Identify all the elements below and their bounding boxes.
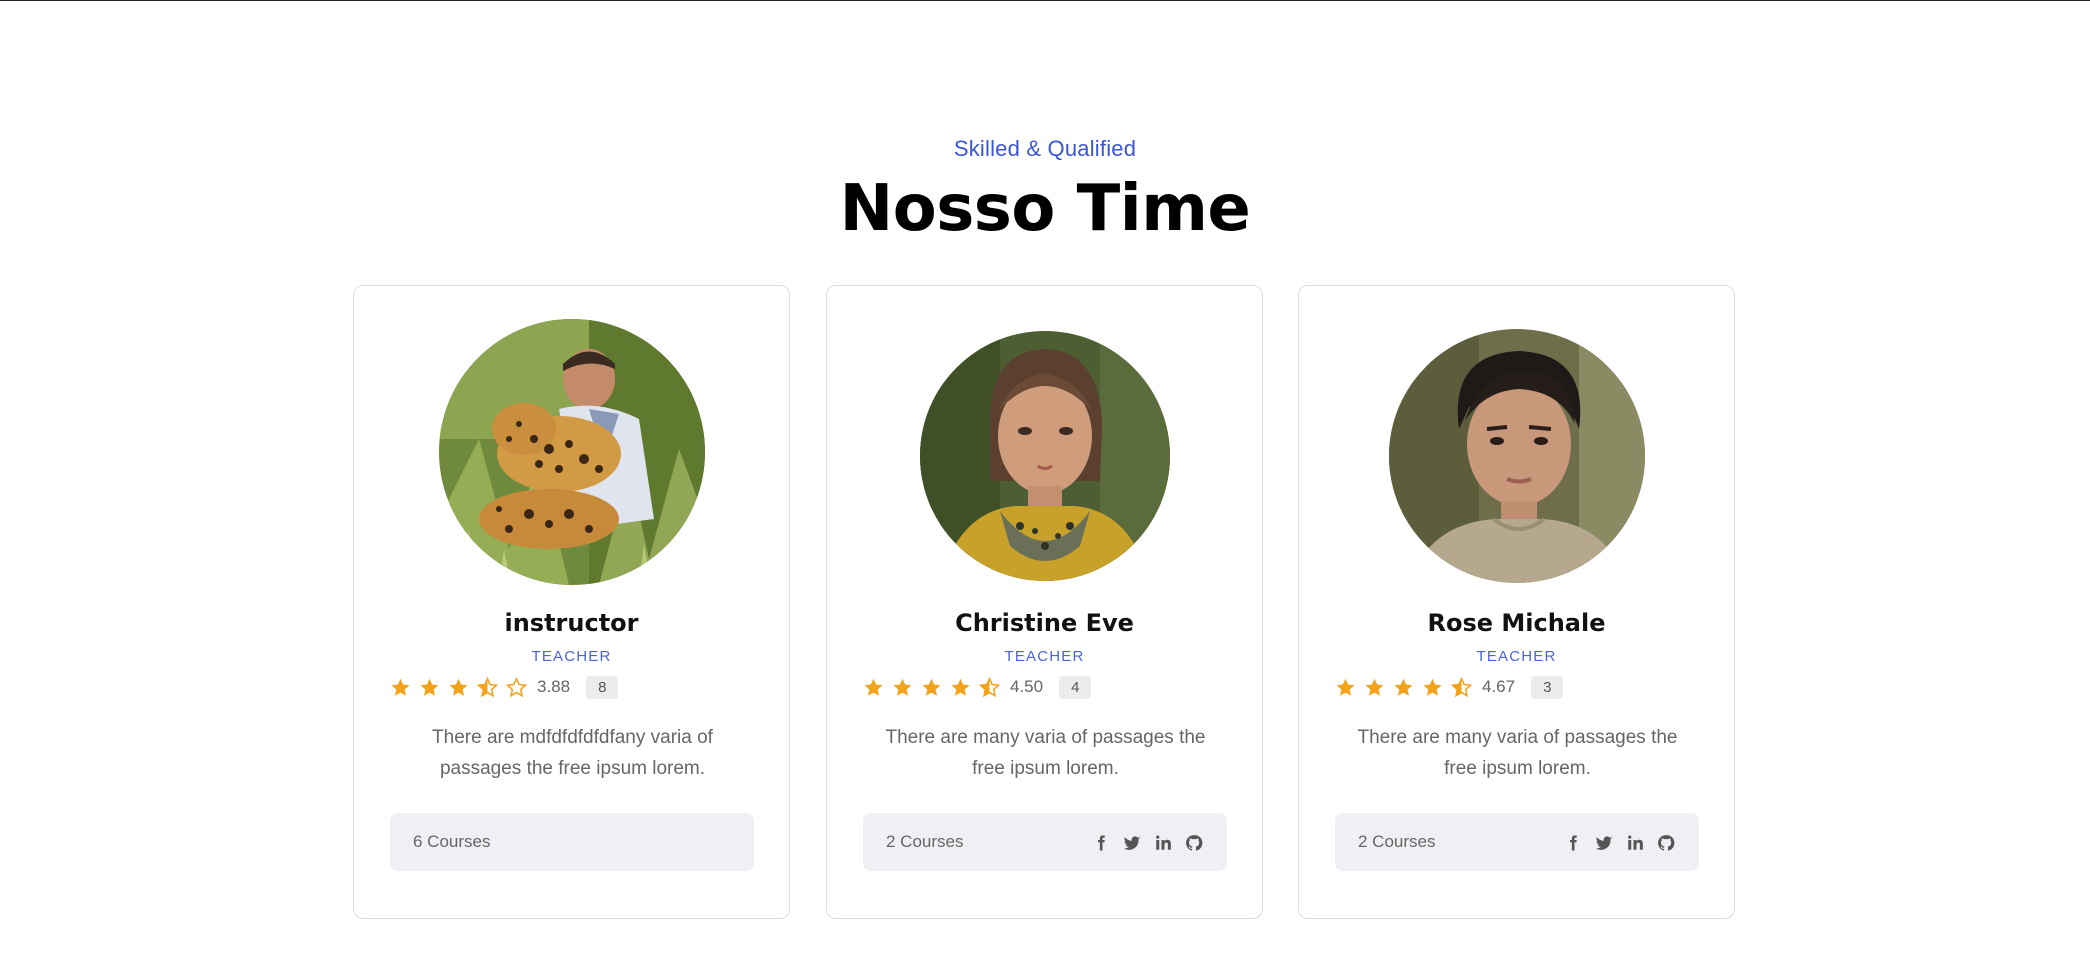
instructor-name[interactable]: Rose Michale: [1299, 609, 1734, 637]
instructor-description: There are mdfdfdfdfdfany varia of passag…: [432, 727, 713, 779]
review-count-badge: 8: [586, 675, 619, 699]
avatar-photo-young-man: [1388, 329, 1645, 583]
twitter-icon[interactable]: [1593, 832, 1615, 854]
instructor-role: TEACHER: [1004, 648, 1085, 665]
star-full-icon: [1422, 677, 1443, 698]
avatar[interactable]: [919, 331, 1170, 581]
facebook-icon[interactable]: [1090, 832, 1112, 854]
instructor-card[interactable]: Christine Eve TEACHER 4.50 4 There are m…: [826, 285, 1263, 919]
avatar-photo-woman: [919, 331, 1170, 581]
section-header: Skilled & Qualified Nosso Time: [0, 136, 2090, 246]
rating-value: 4.50: [1010, 677, 1044, 696]
course-count[interactable]: 2 Courses: [1358, 832, 1435, 852]
rating: 3.88 8: [390, 674, 619, 700]
review-count-badge: 3: [1531, 675, 1564, 699]
star-half-icon: [477, 676, 498, 698]
instructor-role: TEACHER: [531, 648, 612, 665]
social-links: [1553, 832, 1677, 854]
twitter-icon[interactable]: [1121, 832, 1143, 854]
star-full-icon: [390, 677, 411, 698]
github-icon[interactable]: [1183, 832, 1205, 854]
card-footer: 2 Courses: [863, 813, 1227, 871]
avatar[interactable]: [1388, 329, 1645, 583]
top-divider: [0, 0, 2090, 1]
star-full-icon: [1393, 677, 1414, 698]
section-eyebrow: Skilled & Qualified: [953, 136, 1137, 161]
avatar-photo-man-with-jaguar: [438, 319, 705, 585]
section-title: Nosso Time: [839, 172, 1251, 246]
linkedin-icon[interactable]: [1152, 832, 1174, 854]
facebook-icon[interactable]: [1562, 832, 1584, 854]
star-full-icon: [1335, 677, 1356, 698]
rating: 4.67 3: [1335, 674, 1564, 700]
instructor-card[interactable]: instructor TEACHER 3.88 8 There are mdfd…: [353, 285, 790, 919]
course-count[interactable]: 6 Courses: [413, 832, 490, 852]
star-full-icon: [921, 677, 942, 698]
star-full-icon: [950, 677, 971, 698]
instructor-name[interactable]: Christine Eve: [827, 609, 1262, 637]
instructor-name[interactable]: instructor: [354, 609, 789, 637]
github-icon[interactable]: [1655, 832, 1677, 854]
instructor-cards: instructor TEACHER 3.88 8 There are mdfd…: [353, 285, 1736, 919]
card-footer: 2 Courses: [1335, 813, 1699, 871]
star-full-icon: [419, 677, 440, 698]
social-links: [1081, 832, 1205, 854]
star-full-icon: [1364, 677, 1385, 698]
star-full-icon: [448, 677, 469, 698]
star-half-icon: [1451, 676, 1472, 698]
rating-value: 4.67: [1482, 677, 1516, 696]
star-half-icon: [979, 676, 1000, 698]
star-full-icon: [863, 677, 884, 698]
rating: 4.50 4: [863, 674, 1092, 700]
instructor-role: TEACHER: [1476, 648, 1557, 665]
star-full-icon: [892, 677, 913, 698]
instructor-description: There are many varia of passages the fre…: [885, 727, 1206, 779]
course-count[interactable]: 2 Courses: [886, 832, 963, 852]
instructor-card[interactable]: Rose Michale TEACHER 4.67 3 There are ma…: [1298, 285, 1735, 919]
linkedin-icon[interactable]: [1624, 832, 1646, 854]
instructor-description: There are many varia of passages the fre…: [1357, 727, 1678, 779]
star-empty-icon: [506, 676, 527, 698]
review-count-badge: 4: [1059, 675, 1092, 699]
card-footer: 6 Courses: [390, 813, 754, 871]
rating-value: 3.88: [537, 677, 571, 696]
avatar[interactable]: [438, 319, 705, 585]
